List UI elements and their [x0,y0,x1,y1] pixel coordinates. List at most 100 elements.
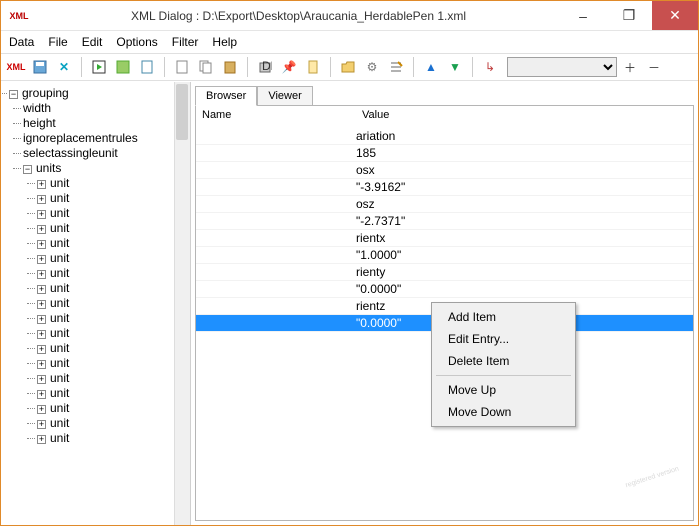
search-combo[interactable] [507,57,617,77]
tree-node[interactable]: height [23,116,190,131]
tab-viewer[interactable]: Viewer [257,86,312,106]
menu-add-item[interactable]: Add Item [434,306,573,328]
maximize-button[interactable]: ❐ [606,1,652,30]
db-icon[interactable]: DB [254,56,276,78]
expand-icon[interactable]: + [37,210,46,219]
tree-node-unit[interactable]: +unit [37,251,190,266]
table-row[interactable]: 185 [196,145,693,162]
column-header-value[interactable]: Value [356,106,693,128]
page-icon[interactable] [136,56,158,78]
gear-icon[interactable]: ⚙ [361,56,383,78]
new-icon[interactable] [171,56,193,78]
menu-move-up[interactable]: Move Up [434,379,573,401]
pin-icon[interactable]: 📌 [278,56,300,78]
menu-data[interactable]: Data [9,35,34,49]
tree-node-unit[interactable]: +unit [37,311,190,326]
expand-icon[interactable]: + [37,390,46,399]
tree-node[interactable]: width [23,101,190,116]
menu-options[interactable]: Options [116,35,157,49]
tree-node-unit[interactable]: +unit [37,281,190,296]
delete-icon[interactable]: ✕ [53,56,75,78]
tree-node-unit[interactable]: +unit [37,341,190,356]
save-icon[interactable] [29,56,51,78]
xml-icon[interactable]: XML [5,56,27,78]
collapse-icon[interactable]: − [9,90,18,99]
menu-help[interactable]: Help [212,35,237,49]
tree-node-unit[interactable]: +unit [37,386,190,401]
expand-icon[interactable]: + [37,225,46,234]
menu-delete-item[interactable]: Delete Item [434,350,573,372]
tree-root[interactable]: −grouping width height ignoreplacementru… [9,86,190,446]
table-row[interactable]: "0.0000" [196,281,693,298]
table-row[interactable]: rientx [196,230,693,247]
minimize-button[interactable]: – [560,1,606,30]
arrow-down-icon[interactable]: ▼ [444,56,466,78]
expand-icon[interactable]: + [37,405,46,414]
tree-node-unit[interactable]: +unit [37,401,190,416]
expand-icon[interactable]: + [37,375,46,384]
table-row[interactable]: osz [196,196,693,213]
add-icon[interactable]: ＋ [619,56,641,78]
tree-node-unit[interactable]: +unit [37,371,190,386]
expand-icon[interactable]: + [37,195,46,204]
tree-node-unit[interactable]: +unit [37,176,190,191]
expand-icon[interactable]: + [37,180,46,189]
table-row[interactable]: "-2.7371" [196,213,693,230]
tree-node-unit[interactable]: +unit [37,236,190,251]
tree-node-unit[interactable]: +unit [37,206,190,221]
tree-node-unit[interactable]: +unit [37,266,190,281]
paste-icon[interactable] [219,56,241,78]
goto-icon[interactable]: ↳ [479,56,501,78]
tree[interactable]: −grouping width height ignoreplacementru… [5,86,190,446]
expand-icon[interactable]: + [37,270,46,279]
expand-icon[interactable]: + [37,240,46,249]
tab-browser[interactable]: Browser [195,86,257,106]
menu-filter[interactable]: Filter [172,35,199,49]
tree-scrollbar[interactable] [174,82,190,525]
expand-icon[interactable]: + [37,360,46,369]
tree-node-unit[interactable]: +unit [37,221,190,236]
menu-file[interactable]: File [48,35,67,49]
window-title: XML Dialog : D:\Export\Desktop\Araucania… [37,9,560,23]
tree-node-unit[interactable]: +unit [37,296,190,311]
context-menu: Add Item Edit Entry... Delete Item Move … [431,302,576,427]
copy-icon[interactable] [195,56,217,78]
expand-icon[interactable]: + [37,420,46,429]
titlebar[interactable]: XML XML Dialog : D:\Export\Desktop\Arauc… [1,1,698,31]
remove-icon[interactable]: － [643,56,665,78]
edit-list-icon[interactable] [385,56,407,78]
table-row[interactable]: osx [196,162,693,179]
expand-icon[interactable]: + [37,315,46,324]
run-icon[interactable] [88,56,110,78]
table-row[interactable]: "-3.9162" [196,179,693,196]
refresh-icon[interactable] [112,56,134,78]
expand-icon[interactable]: + [37,300,46,309]
table-row[interactable]: ariation [196,128,693,145]
table-row[interactable]: "1.0000" [196,247,693,264]
expand-icon[interactable]: + [37,345,46,354]
tree-node[interactable]: selectassingleunit [23,146,190,161]
column-header-name[interactable]: Name [196,106,356,128]
menu-edit[interactable]: Edit [82,35,103,49]
tree-node[interactable]: ignoreplacementrules [23,131,190,146]
expand-icon[interactable]: + [37,255,46,264]
collapse-icon[interactable]: − [23,165,32,174]
table-row[interactable]: rienty [196,264,693,281]
scrollbar-thumb[interactable] [176,84,188,140]
expand-icon[interactable]: + [37,285,46,294]
folder-open-icon[interactable] [337,56,359,78]
close-button[interactable]: ✕ [652,1,698,30]
tree-node-units[interactable]: −units +unit+unit+unit+unit+unit+unit+un… [23,161,190,446]
expand-icon[interactable]: + [37,330,46,339]
separator [330,57,331,77]
expand-icon[interactable]: + [37,435,46,444]
menu-edit-entry[interactable]: Edit Entry... [434,328,573,350]
tree-node-unit[interactable]: +unit [37,191,190,206]
clipboard-icon[interactable] [302,56,324,78]
tree-node-unit[interactable]: +unit [37,356,190,371]
tree-node-unit[interactable]: +unit [37,416,190,431]
arrow-up-icon[interactable]: ▲ [420,56,442,78]
tree-node-unit[interactable]: +unit [37,326,190,341]
tree-node-unit[interactable]: +unit [37,431,190,446]
menu-move-down[interactable]: Move Down [434,401,573,423]
